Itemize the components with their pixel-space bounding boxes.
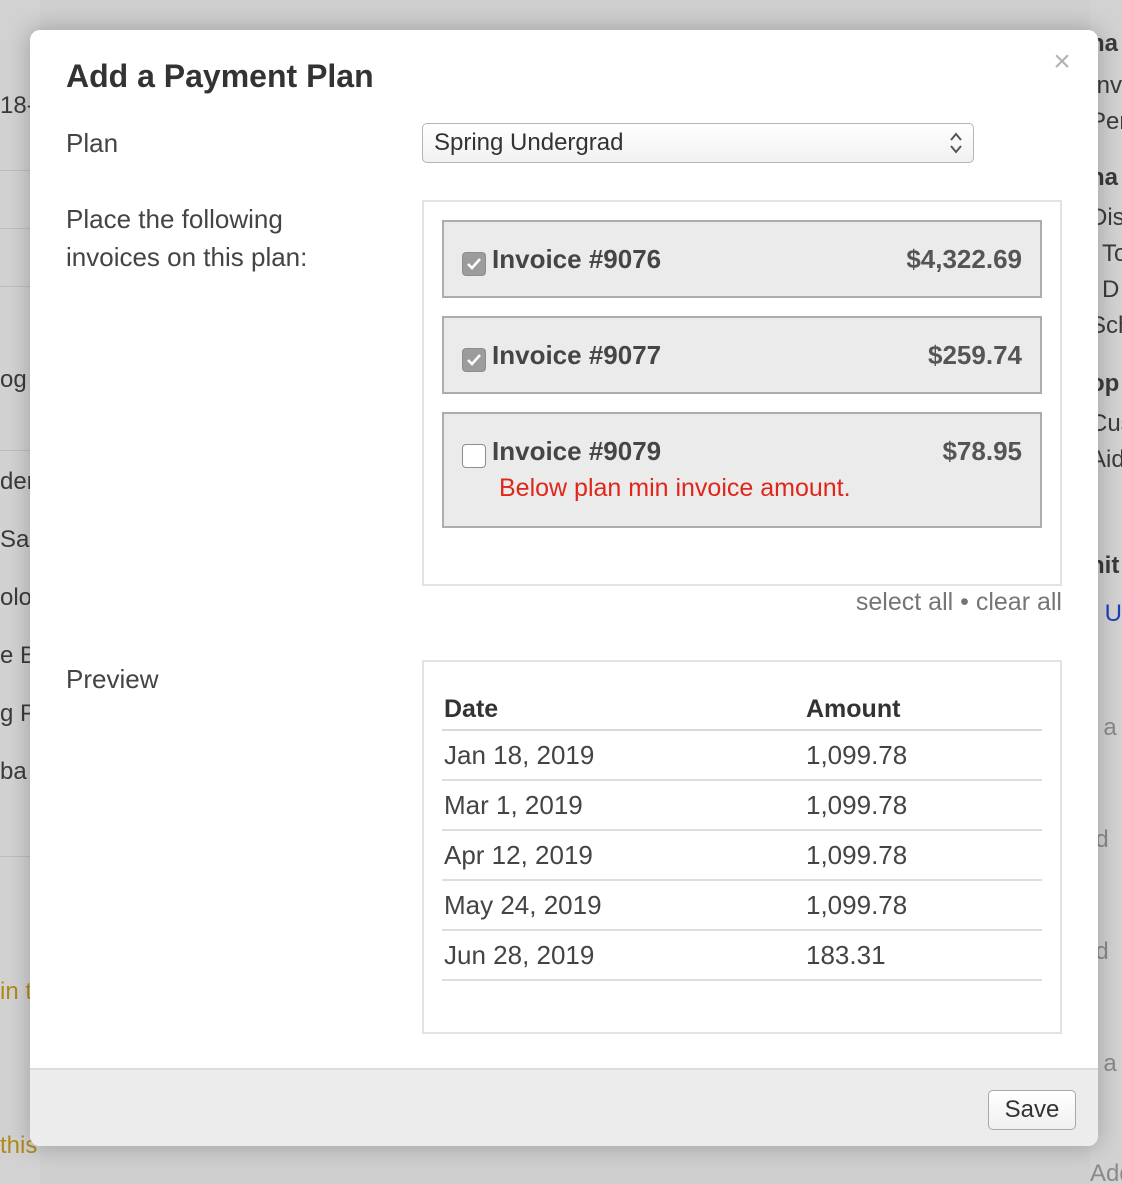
row-amount: 1,099.78 (804, 780, 1042, 831)
table-row: Apr 12, 2019 1,099.78 (442, 830, 1042, 881)
clear-all-link[interactable]: clear all (976, 588, 1062, 616)
row-amount: 1,099.78 (804, 830, 1042, 881)
row-date: May 24, 2019 (442, 880, 804, 931)
invoice-card[interactable]: Invoice #9079 $78.95 Below plan min invo… (442, 412, 1042, 528)
row-amount: 183.31 (804, 930, 1042, 981)
link-separator: • (960, 588, 969, 616)
row-date: Jun 28, 2019 (442, 930, 804, 981)
select-arrows-icon (950, 132, 962, 154)
background-text: olo (0, 584, 33, 611)
column-header-amount: Amount (804, 690, 1042, 731)
invoice-checkbox[interactable] (462, 252, 486, 276)
dialog-footer: Save (30, 1068, 1098, 1146)
invoice-card[interactable]: Invoice #9076 $4,322.69 (442, 220, 1042, 298)
background-text: ba (0, 758, 27, 785)
table-row: Jan 18, 2019 1,099.78 (442, 730, 1042, 781)
invoice-name: Invoice #9077 (492, 340, 662, 370)
invoice-amount: $4,322.69 (906, 244, 1022, 274)
dialog-title: Add a Payment Plan (66, 58, 374, 94)
close-icon[interactable]: × (1048, 47, 1076, 77)
row-date: Mar 1, 2019 (442, 780, 804, 831)
column-header-date: Date (442, 690, 804, 731)
table-row: Jun 28, 2019 183.31 (442, 930, 1042, 981)
invoice-amount: $259.74 (928, 340, 1022, 370)
invoice-checkbox[interactable] (462, 348, 486, 372)
checkmark-icon (467, 258, 481, 270)
background-text: in t (0, 978, 33, 1005)
select-all-link[interactable]: select all (856, 588, 953, 616)
invoice-card[interactable]: Invoice #9077 $259.74 (442, 316, 1042, 394)
plan-select[interactable]: Spring Undergrad (422, 123, 974, 163)
background-text: Add (1090, 1160, 1122, 1184)
invoice-checkbox[interactable] (462, 444, 486, 468)
row-date: Apr 12, 2019 (442, 830, 804, 881)
invoices-label: Place the following invoices on this pla… (66, 204, 308, 272)
table-header-row: Date Amount (442, 690, 1042, 731)
selection-links: select all • clear all (422, 588, 1062, 617)
preview-label: Preview (66, 664, 159, 694)
save-button[interactable]: Save (988, 1090, 1076, 1130)
background-text: D (1102, 276, 1120, 303)
payment-plan-dialog: Add a Payment Plan × Plan Spring Undergr… (30, 30, 1098, 1146)
invoice-name: Invoice #9076 (492, 244, 662, 274)
invoice-amount: $78.95 (942, 436, 1022, 466)
preview-table: Date Amount Jan 18, 2019 1,099.78 Mar 1,… (442, 690, 1042, 981)
table-row: May 24, 2019 1,099.78 (442, 880, 1042, 931)
row-amount: 1,099.78 (804, 880, 1042, 931)
invoice-name: Invoice #9079 (492, 436, 662, 466)
background-text: To (1102, 240, 1122, 267)
plan-select-value: Spring Undergrad (434, 129, 624, 156)
plan-label: Plan (66, 128, 119, 158)
checkmark-icon (467, 354, 481, 366)
preview-panel: Date Amount Jan 18, 2019 1,099.78 Mar 1,… (422, 660, 1062, 1034)
row-date: Jan 18, 2019 (442, 730, 804, 781)
invoices-list: Invoice #9076 $4,322.69 Invoice #9077 $2… (422, 200, 1062, 586)
table-row: Mar 1, 2019 1,099.78 (442, 780, 1042, 831)
row-amount: 1,099.78 (804, 730, 1042, 781)
invoice-error-message: Below plan min invoice amount. (499, 474, 851, 502)
